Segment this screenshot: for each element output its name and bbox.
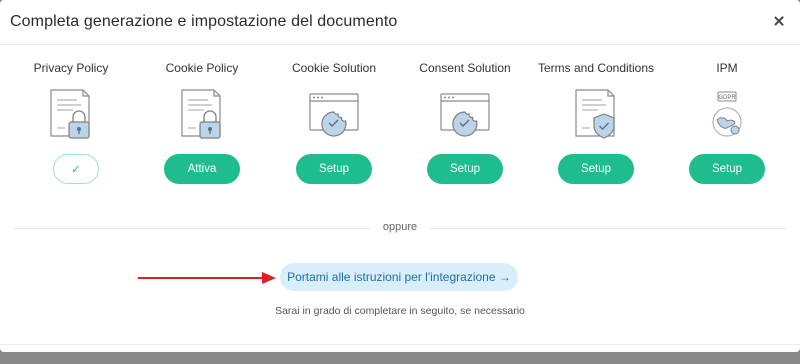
ipm-setup-button[interactable]: Setup xyxy=(689,154,765,184)
product-label: Privacy Policy xyxy=(33,61,109,75)
product-terms-and-conditions: Terms and Conditions Setup xyxy=(531,56,661,196)
product-list: Privacy Policy ✓ Cookie Policy Attiva Co… xyxy=(0,56,800,196)
modal-title: Completa generazione e impostazione del … xyxy=(10,13,398,30)
document-lock-icon xyxy=(50,89,90,139)
integration-instructions-button[interactable]: Portami alle istruzioni per l'integrazio… xyxy=(280,263,518,291)
cookie-solution-setup-button[interactable]: Setup xyxy=(296,154,372,184)
browser-cookie-icon xyxy=(309,93,359,137)
document-lock-icon xyxy=(181,89,221,139)
product-cookie-policy: Cookie Policy Attiva xyxy=(137,56,267,196)
gdpr-badge-text: GDPR xyxy=(718,95,736,101)
browser-cookie-icon xyxy=(440,93,490,137)
terms-setup-button[interactable]: Setup xyxy=(558,154,634,184)
consent-solution-setup-button[interactable]: Setup xyxy=(427,154,503,184)
red-arrow-annotation xyxy=(138,272,276,284)
product-label: Cookie Policy xyxy=(165,61,239,75)
modal-header: Completa generazione e impostazione del … xyxy=(0,0,800,45)
product-label: Terms and Conditions xyxy=(537,61,655,75)
product-consent-solution: Consent Solution Setup xyxy=(400,56,530,196)
close-icon[interactable] xyxy=(772,14,786,28)
gdpr-globe-icon: GDPR xyxy=(712,91,742,137)
divider-label: oppure xyxy=(370,221,430,233)
setup-modal: Completa generazione e impostazione del … xyxy=(0,0,800,352)
cookie-policy-activate-button[interactable]: Attiva xyxy=(164,154,240,184)
modal-footer-divider xyxy=(0,344,800,345)
product-ipm: IPM GDPR Setup xyxy=(662,56,792,196)
product-cookie-solution: Cookie Solution Setup xyxy=(269,56,399,196)
integration-hint: Sarai in grado di completare in seguito,… xyxy=(275,305,525,317)
document-shield-icon xyxy=(575,89,615,139)
privacy-policy-done-button[interactable]: ✓ xyxy=(53,154,99,184)
product-privacy-policy: Privacy Policy ✓ xyxy=(6,56,136,196)
product-label: IPM xyxy=(716,61,738,75)
product-label: Cookie Solution xyxy=(291,61,377,75)
product-label: Consent Solution xyxy=(419,61,511,75)
